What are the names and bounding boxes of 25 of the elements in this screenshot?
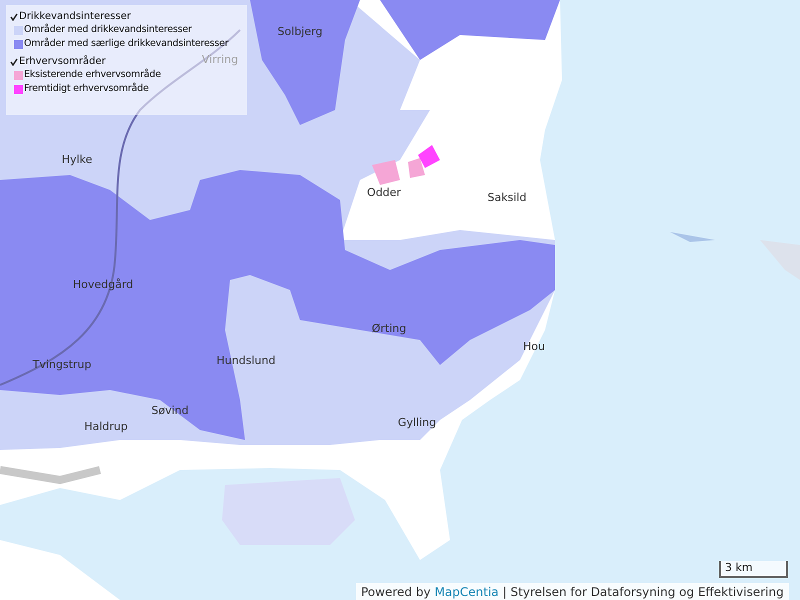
place-label: Hou: [523, 338, 545, 355]
place-label: Solbjerg: [278, 24, 322, 40]
layer-title: Drikkevandsinteresser: [19, 11, 131, 23]
place-label: Gylling: [398, 414, 436, 431]
scale-bar: 3 km: [719, 561, 788, 578]
place-label: Hundslund: [216, 352, 276, 369]
legend-label: Eksisterende erhvervsområde: [24, 68, 161, 82]
place-label: Odder: [367, 184, 401, 201]
attribution-text: Powered by: [361, 584, 431, 600]
place-label: Haldrup: [84, 418, 128, 435]
place-label: Tvingstrup: [32, 356, 92, 373]
place-label: Søvind: [151, 402, 189, 419]
legend-label: Fremtidigt erhvervsområde: [24, 82, 149, 96]
layer-checkbox[interactable]: [10, 13, 18, 21]
legend-label: Områder med særlige drikkevandsinteresser: [24, 37, 229, 51]
attribution-text: | Styrelsen for Dataforsyning og Effektivisering: [502, 584, 784, 600]
place-label: Saksild: [488, 190, 526, 206]
place-label: Hovedgård: [72, 276, 134, 293]
layer-title: Erhvervsområder: [19, 56, 106, 68]
attribution-link[interactable]: MapCentia: [434, 582, 499, 600]
place-label: Ørting: [372, 320, 406, 337]
place-label: Virring: [202, 52, 238, 68]
legend-label: Områder med drikkevandsinteresser: [24, 23, 192, 37]
layer-checkbox[interactable]: [10, 58, 18, 66]
place-label: Hylke: [62, 152, 92, 168]
